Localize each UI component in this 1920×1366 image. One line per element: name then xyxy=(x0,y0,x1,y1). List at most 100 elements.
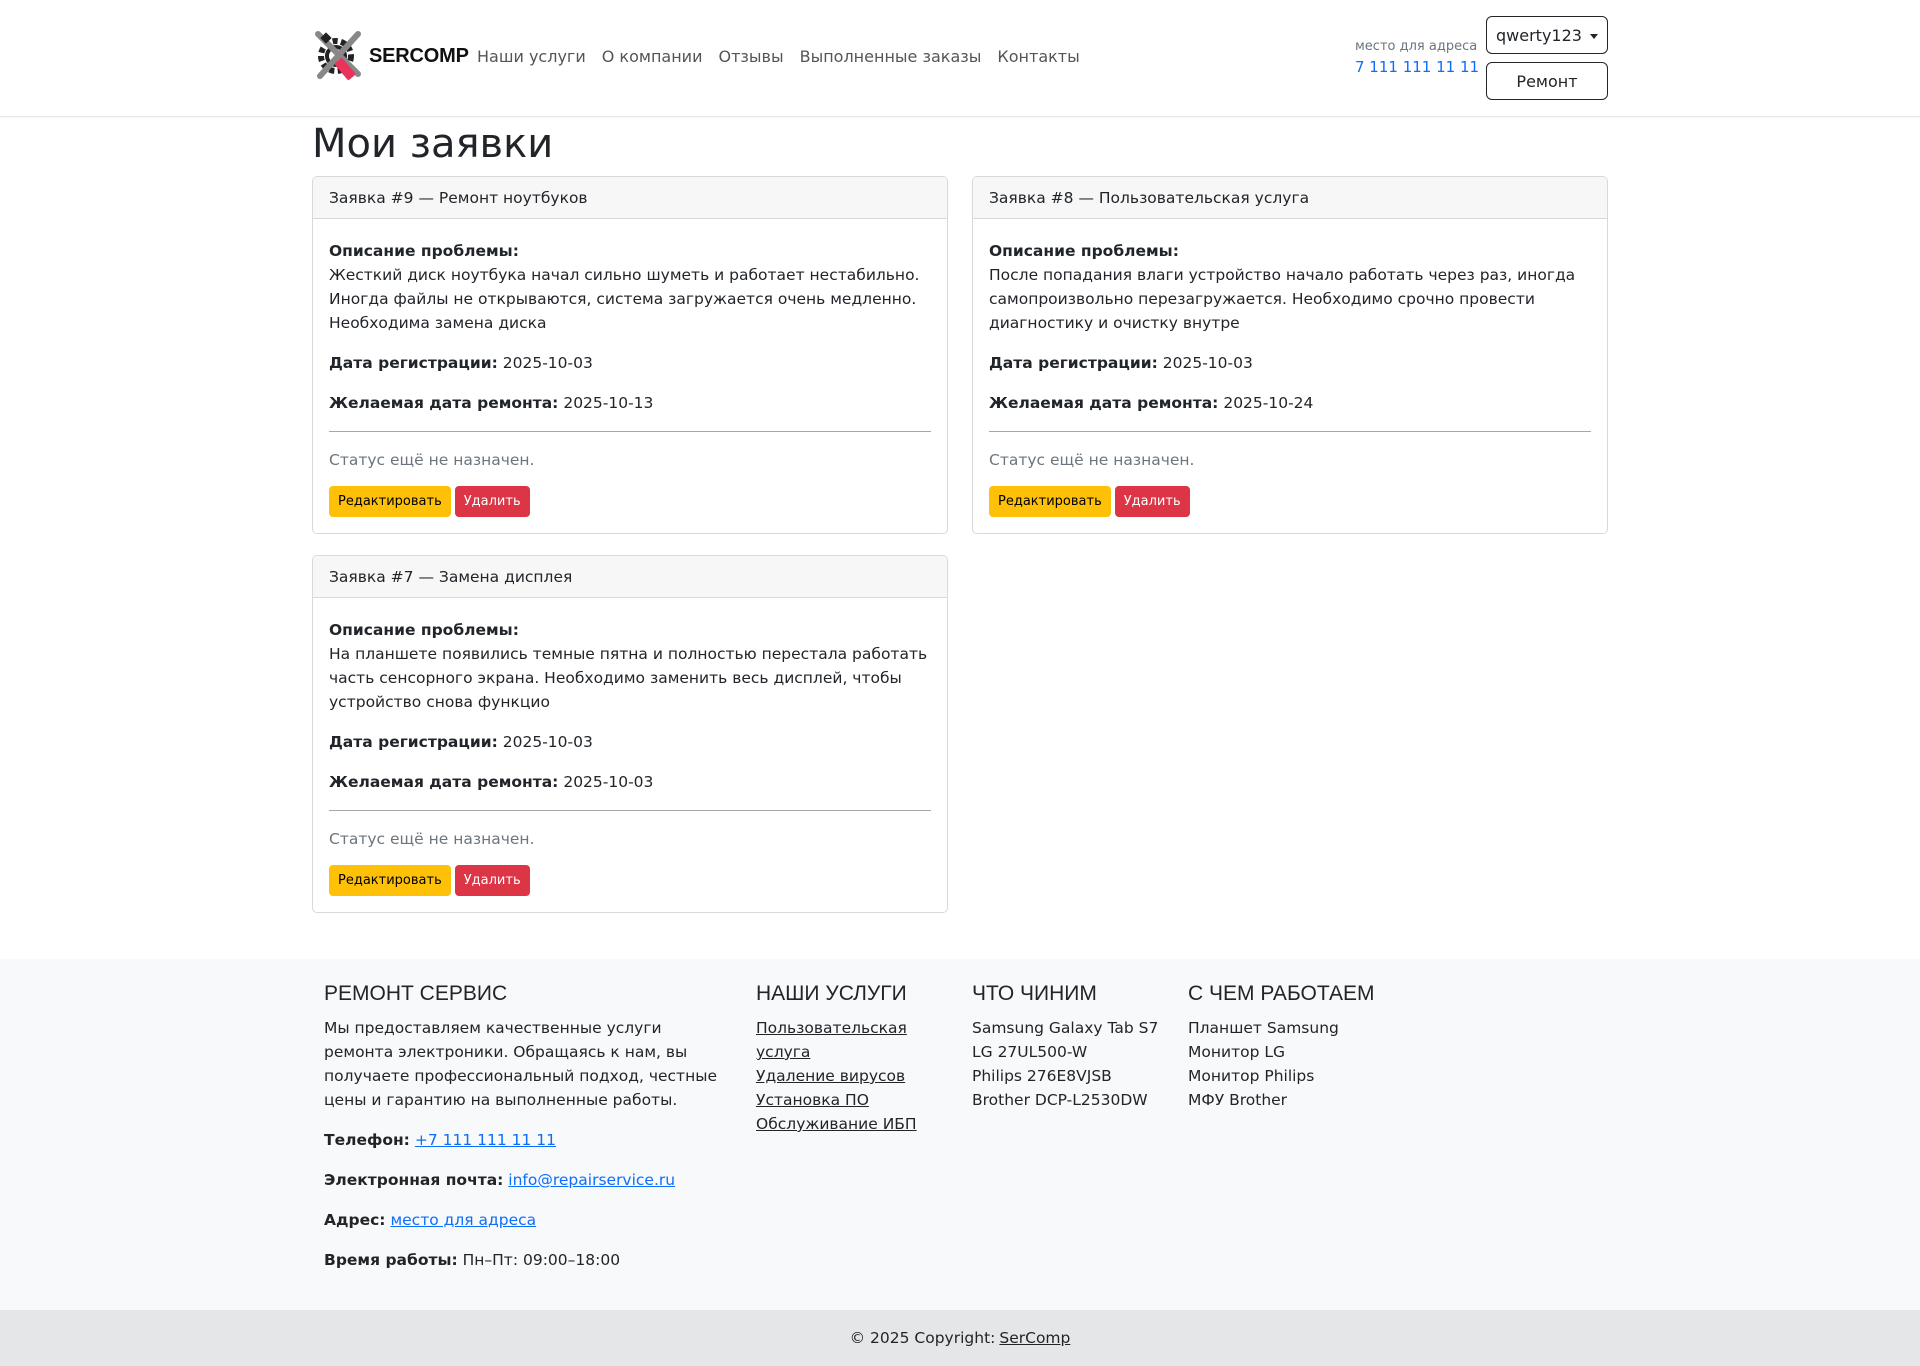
description-label: Описание проблемы: xyxy=(329,621,519,639)
reg-date-label: Дата регистрации: xyxy=(989,354,1158,372)
nav-services[interactable]: Наши услуги xyxy=(477,47,586,66)
card-actions: Редактировать Удалить xyxy=(329,865,931,896)
footer-service-link[interactable]: Пользовательская услуга xyxy=(756,1016,926,1064)
page-title: Мои заявки xyxy=(312,121,554,167)
order-card: Заявка #9 — Ремонт ноутбуков Описание пр… xyxy=(312,176,948,534)
registration-date: Дата регистрации: 2025-10-03 xyxy=(989,351,1591,375)
footer-works-item: Планшет Samsung xyxy=(1188,1019,1339,1037)
order-card-body: Описание проблемы: На планшете появились… xyxy=(313,598,947,912)
description-label: Описание проблемы: xyxy=(329,242,519,260)
footer-works-item: Монитор Philips xyxy=(1188,1067,1315,1085)
footer-repairs: ЧТО ЧИНИМ Samsung Galaxy Tab S7 LG 27UL5… xyxy=(972,982,1172,1112)
footer-email: Электронная почта: info@repairservice.ru xyxy=(324,1168,724,1192)
divider xyxy=(329,431,931,432)
footer-service-link[interactable]: Обслуживание ИБП xyxy=(756,1112,926,1136)
delete-button[interactable]: Удалить xyxy=(454,865,530,896)
delete-button[interactable]: Удалить xyxy=(454,486,530,517)
divider xyxy=(989,431,1591,432)
gear-wrench-logo-icon xyxy=(315,31,361,80)
footer-repairs-title: ЧТО ЧИНИМ xyxy=(972,982,1097,1005)
copyright-link[interactable]: SerComp xyxy=(999,1329,1070,1347)
footer-works-with: С ЧЕМ РАБОТАЕМ Планшет Samsung Монитор L… xyxy=(1188,982,1408,1112)
order-card: Заявка #7 — Замена дисплея Описание проб… xyxy=(312,555,948,913)
desired-date-value: 2025-10-13 xyxy=(563,394,654,412)
reg-date-label: Дата регистрации: xyxy=(329,354,498,372)
footer-about-title: РЕМОНТ СЕРВИС xyxy=(324,982,508,1005)
description-text: Жесткий диск ноутбука начал сильно шумет… xyxy=(329,266,920,332)
footer-works-item: Монитор LG xyxy=(1188,1043,1285,1061)
header-contact: место для адреса 7 111 111 11 11 xyxy=(1355,39,1479,76)
desired-date-label: Желаемая дата ремонта: xyxy=(329,773,559,791)
footer-email-link[interactable]: info@repairservice.ru xyxy=(508,1171,675,1189)
footer-hours: Время работы: Пн–Пт: 09:00–18:00 xyxy=(324,1248,724,1272)
footer-phone-link[interactable]: +7 111 111 11 11 xyxy=(415,1131,556,1149)
edit-button[interactable]: Редактировать xyxy=(329,486,451,517)
edit-button[interactable]: Редактировать xyxy=(989,486,1111,517)
reg-date-value: 2025-10-03 xyxy=(1162,354,1253,372)
desired-date-value: 2025-10-24 xyxy=(1223,394,1314,412)
caret-down-icon xyxy=(1589,33,1598,39)
user-menu-label: qwerty123 xyxy=(1496,25,1582,45)
footer-about: РЕМОНТ СЕРВИС Мы предоставляем качествен… xyxy=(324,982,724,1288)
order-card: Заявка #8 — Пользовательская услуга Опис… xyxy=(972,176,1608,534)
status-text: Статус ещё не назначен. xyxy=(989,451,1195,469)
footer-repair-item: Philips 276E8VJSB xyxy=(972,1067,1112,1085)
footer-email-label: Электронная почта: xyxy=(324,1171,504,1189)
reg-date-label: Дата регистрации: xyxy=(329,733,498,751)
order-card-header: Заявка #8 — Пользовательская услуга xyxy=(973,177,1607,219)
footer: РЕМОНТ СЕРВИС Мы предоставляем качествен… xyxy=(0,959,1920,1310)
desired-date: Желаемая дата ремонта: 2025-10-24 xyxy=(989,391,1591,415)
footer-services-title: НАШИ УСЛУГИ xyxy=(756,982,907,1005)
footer-repair-item: Samsung Galaxy Tab S7 xyxy=(972,1019,1159,1037)
footer-repair-item: LG 27UL500-W xyxy=(972,1043,1088,1061)
description-text: После попадания влаги устройство начало … xyxy=(989,266,1576,332)
repair-button[interactable]: Ремонт xyxy=(1486,62,1608,100)
card-actions: Редактировать Удалить xyxy=(989,486,1591,517)
footer-service-link[interactable]: Удаление вирусов xyxy=(756,1064,926,1088)
order-card-body: Описание проблемы: Жесткий диск ноутбука… xyxy=(313,219,947,533)
order-card-header: Заявка #9 — Ремонт ноутбуков xyxy=(313,177,947,219)
footer-phone-label: Телефон: xyxy=(324,1131,410,1149)
nav-completed-orders[interactable]: Выполненные заказы xyxy=(800,47,982,66)
desired-date-label: Желаемая дата ремонта: xyxy=(329,394,559,412)
footer-address-link[interactable]: место для адреса xyxy=(390,1211,536,1229)
footer-address: Адрес: место для адреса xyxy=(324,1208,724,1232)
order-card-body: Описание проблемы: После попадания влаги… xyxy=(973,219,1607,533)
nav-contacts[interactable]: Контакты xyxy=(997,47,1079,66)
desired-date: Желаемая дата ремонта: 2025-10-13 xyxy=(329,391,931,415)
description-label: Описание проблемы: xyxy=(989,242,1179,260)
desired-date: Желаемая дата ремонта: 2025-10-03 xyxy=(329,770,931,794)
reg-date-value: 2025-10-03 xyxy=(502,733,593,751)
nav-about[interactable]: О компании xyxy=(602,47,703,66)
delete-button[interactable]: Удалить xyxy=(1114,486,1190,517)
description-text: На планшете появились темные пятна и пол… xyxy=(329,645,928,711)
footer-about-text: Мы предоставляем качественные услуги рем… xyxy=(324,1019,717,1109)
desired-date-value: 2025-10-03 xyxy=(563,773,654,791)
edit-button[interactable]: Редактировать xyxy=(329,865,451,896)
footer-hours-label: Время работы: xyxy=(324,1251,458,1269)
main-nav: Наши услуги О компании Отзывы Выполненны… xyxy=(477,47,1096,66)
footer-services: НАШИ УСЛУГИ Пользовательская услуга Удал… xyxy=(756,982,926,1136)
nav-reviews[interactable]: Отзывы xyxy=(718,47,783,66)
footer-address-label: Адрес: xyxy=(324,1211,386,1229)
copyright-bar: © 2025 Copyright: SerComp xyxy=(0,1310,1920,1366)
footer-repair-item: Brother DCP-L2530DW xyxy=(972,1091,1148,1109)
status-text: Статус ещё не назначен. xyxy=(329,830,535,848)
logo-link[interactable]: SERCOMP xyxy=(312,28,469,84)
reg-date-value: 2025-10-03 xyxy=(502,354,593,372)
navbar: SERCOMP Наши услуги О компании Отзывы Вы… xyxy=(0,0,1920,117)
user-menu-button[interactable]: qwerty123 xyxy=(1486,16,1608,54)
registration-date: Дата регистрации: 2025-10-03 xyxy=(329,351,931,375)
footer-works-item: МФУ Brother xyxy=(1188,1091,1288,1109)
footer-hours-value: Пн–Пт: 09:00–18:00 xyxy=(462,1251,621,1269)
logo-text: SERCOMP xyxy=(369,44,469,67)
header-phone-link[interactable]: 7 111 111 11 11 xyxy=(1355,58,1479,76)
footer-service-link[interactable]: Установка ПО xyxy=(756,1088,926,1112)
status-text: Статус ещё не назначен. xyxy=(329,451,535,469)
footer-phone: Телефон: +7 111 111 11 11 xyxy=(324,1128,724,1152)
divider xyxy=(329,810,931,811)
copyright-text: © 2025 Copyright: xyxy=(849,1329,996,1347)
header-address: место для адреса xyxy=(1355,39,1478,54)
footer-works-with-title: С ЧЕМ РАБОТАЕМ xyxy=(1188,982,1375,1005)
registration-date: Дата регистрации: 2025-10-03 xyxy=(329,730,931,754)
